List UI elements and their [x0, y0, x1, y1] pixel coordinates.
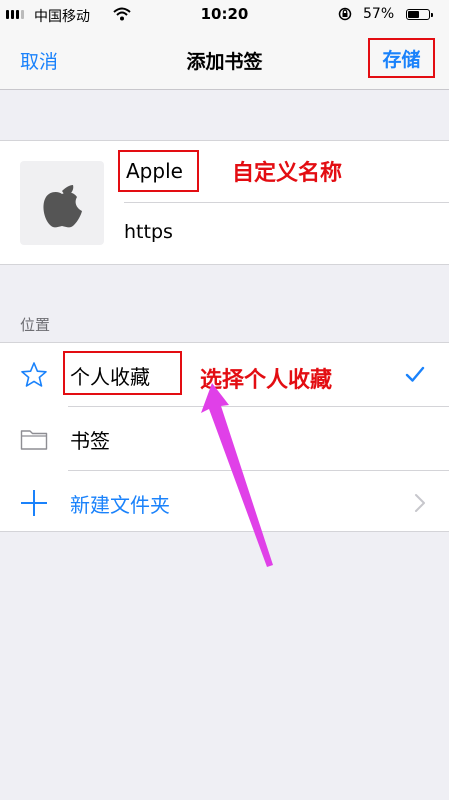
new-folder-label: 新建文件夹	[70, 493, 170, 517]
save-button[interactable]: 存储	[368, 38, 435, 78]
location-item-label: 个人收藏	[70, 365, 150, 389]
chevron-right-icon	[415, 494, 425, 512]
status-bar: 中国移动 10:20 57%	[0, 0, 449, 30]
star-icon	[21, 362, 47, 387]
battery-icon	[406, 9, 433, 20]
bookmark-details-card	[0, 140, 449, 265]
divider	[124, 202, 449, 203]
bookmark-url-input[interactable]	[124, 217, 424, 247]
add-bookmark-screen: 中国移动 10:20 57% 取消 添加书签 存储 Apple https 自定…	[0, 0, 449, 800]
orientation-lock-icon	[338, 7, 352, 21]
plus-icon	[21, 490, 47, 516]
folder-icon	[20, 430, 48, 450]
navigation-bar: 取消 添加书签 存储	[0, 30, 449, 90]
apple-logo-icon	[43, 185, 82, 228]
battery-percentage: 57%	[363, 6, 395, 22]
annotation-custom-name: 自定义名称	[232, 161, 343, 186]
checkmark-icon	[405, 366, 425, 382]
location-section-header: 位置	[20, 316, 51, 334]
location-item-label: 书签	[70, 429, 110, 453]
bookmark-thumbnail	[20, 161, 104, 245]
annotation-arrow	[201, 383, 273, 567]
bookmark-name-input[interactable]	[118, 150, 199, 192]
